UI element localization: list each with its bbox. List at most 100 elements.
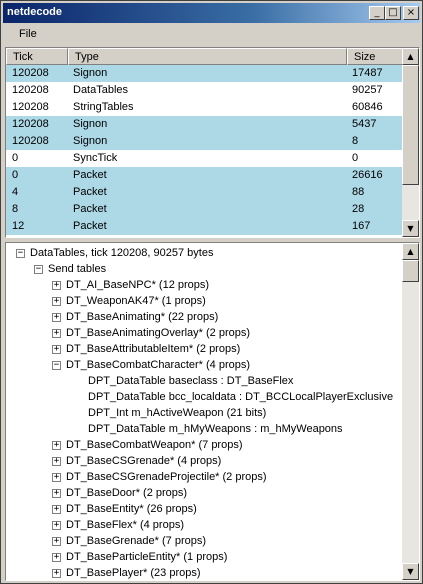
scroll-thumb[interactable] (402, 65, 419, 185)
tree-node-label: DPT_Int m_hActiveWeapon (21 bits) (88, 407, 267, 419)
cell-type: StringTables (73, 101, 134, 113)
collapse-icon[interactable]: − (52, 361, 61, 370)
tree-node[interactable]: + DT_BasePlayer* (23 props) (6, 566, 403, 580)
cell-tick: 120208 (12, 67, 49, 79)
cell-type: Packet (73, 203, 107, 215)
minimize-button[interactable]: _ (369, 6, 385, 20)
tree-node-label: DT_BaseAnimating* (22 props) (66, 311, 219, 323)
cell-tick: 0 (12, 169, 19, 181)
table-row[interactable]: 12 Packet 167 (6, 218, 403, 235)
expand-icon[interactable]: + (52, 457, 61, 466)
column-header-type[interactable]: Type (68, 48, 347, 65)
tree-node[interactable]: − Send tables (6, 262, 403, 278)
tree-node[interactable]: + DT_BaseFlex* (4 props) (6, 518, 403, 534)
tree-node[interactable]: + DT_BaseCombatWeapon* (7 props) (6, 438, 403, 454)
tree-node-label: DT_BaseGrenade* (7 props) (66, 535, 207, 547)
expand-icon[interactable]: + (52, 537, 61, 546)
tree-node-label: DT_BaseDoor* (2 props) (66, 487, 188, 499)
tree-node[interactable]: + DT_BaseGrenade* (7 props) (6, 534, 403, 550)
tree-node[interactable]: − DT_BaseCombatCharacter* (4 props) (6, 358, 403, 374)
expand-icon[interactable]: + (52, 329, 61, 338)
scroll-up-icon[interactable]: ▲ (402, 243, 419, 260)
window-title: netdecode (7, 6, 63, 18)
cell-type: Signon (73, 135, 108, 147)
tree-node[interactable]: DPT_DataTable baseclass : DT_BaseFlex (6, 374, 403, 390)
tree-node[interactable]: + DT_BaseDoor* (2 props) (6, 486, 403, 502)
close-button[interactable]: × (403, 6, 419, 20)
cell-type: Packet (73, 220, 107, 232)
expand-icon[interactable]: + (52, 553, 61, 562)
tree-node-label: DT_AI_BaseNPC* (12 props) (66, 279, 210, 291)
scroll-down-icon[interactable]: ▼ (402, 563, 419, 580)
cell-size: 167 (352, 220, 371, 232)
table-row[interactable]: 120208 DataTables 90257 (6, 82, 403, 99)
list-header: Tick Type Size (6, 48, 403, 65)
table-row[interactable]: 120208 Signon 8 (6, 133, 403, 150)
cell-size: 88 (352, 186, 365, 198)
tree-node[interactable]: + DT_AI_BaseNPC* (12 props) (6, 278, 403, 294)
column-header-size[interactable]: Size (347, 48, 403, 65)
tree-node-label: DT_BaseParticleEntity* (1 props) (66, 551, 228, 563)
menu-file[interactable]: File (19, 28, 37, 40)
table-row[interactable]: 120208 Signon 5437 (6, 116, 403, 133)
cell-size: 28 (352, 203, 365, 215)
table-row[interactable]: 0 Packet 26616 (6, 167, 403, 184)
tree-node[interactable]: + DT_WeaponAK47* (1 props) (6, 294, 403, 310)
menu-bar: File (3, 24, 420, 44)
tree-node-label: Send tables (48, 263, 107, 275)
datatable-tree[interactable]: − DataTables, tick 120208, 90257 bytes − Se… (5, 242, 420, 581)
collapse-icon[interactable]: − (34, 265, 43, 274)
expand-icon[interactable]: + (52, 473, 61, 482)
tree-node-label: DPT_DataTable bcc_localdata : DT_BCCLoca… (88, 391, 394, 403)
expand-icon[interactable]: + (52, 297, 61, 306)
tree-node-label: DataTables, tick 120208, 90257 bytes (30, 247, 214, 259)
scroll-up-icon[interactable]: ▲ (402, 48, 419, 65)
maximize-button[interactable]: □ (385, 6, 401, 20)
table-row[interactable]: 120208 StringTables 60846 (6, 99, 403, 116)
cell-tick: 8 (12, 203, 19, 215)
table-row[interactable]: 0 SyncTick 0 (6, 150, 403, 167)
tree-node[interactable]: + DT_BaseCSGrenade* (4 props) (6, 454, 403, 470)
scroll-thumb[interactable] (402, 260, 419, 282)
cell-type: DataTables (73, 84, 129, 96)
title-bar[interactable]: netdecode _ □ × (3, 3, 420, 23)
tree-node[interactable]: + DT_BaseAttributableItem* (2 props) (6, 342, 403, 358)
tree-node[interactable]: + DT_BaseParticleEntity* (1 props) (6, 550, 403, 566)
expand-icon[interactable]: + (52, 521, 61, 530)
expand-icon[interactable]: + (52, 489, 61, 498)
cell-tick: 120208 (12, 84, 49, 96)
table-row[interactable]: 4 Packet 88 (6, 184, 403, 201)
table-row[interactable]: 120208 Signon 17487 (6, 65, 403, 82)
expand-icon[interactable]: + (52, 345, 61, 354)
tree-scrollbar[interactable]: ▲ ▼ (402, 243, 419, 580)
table-row[interactable]: 8 Packet 28 (6, 201, 403, 218)
scroll-down-icon[interactable]: ▼ (402, 220, 419, 237)
expand-icon[interactable]: + (52, 313, 61, 322)
expand-icon[interactable]: + (52, 569, 61, 578)
expand-icon[interactable]: + (52, 281, 61, 290)
cell-size: 0 (352, 152, 359, 164)
tree-node[interactable]: DPT_DataTable bcc_localdata : DT_BCCLoca… (6, 390, 403, 406)
tree-node[interactable]: + DT_BaseAnimatingOverlay* (2 props) (6, 326, 403, 342)
tree-node[interactable]: + DT_BaseAnimating* (22 props) (6, 310, 403, 326)
tree-node[interactable]: + DT_BaseEntity* (26 props) (6, 502, 403, 518)
cell-size: 60846 (352, 101, 383, 113)
tree-node-label: DT_BaseAnimatingOverlay* (2 props) (66, 327, 251, 339)
tree-node[interactable]: + DT_BaseCSGrenadeProjectile* (2 props) (6, 470, 403, 486)
tree-node[interactable]: DPT_DataTable m_hMyWeapons : m_hMyWeapon… (6, 422, 403, 438)
tree-node-label: DPT_DataTable m_hMyWeapons : m_hMyWeapon… (88, 423, 343, 435)
cell-tick: 12 (12, 220, 25, 232)
tree-node-label: DT_BaseEntity* (26 props) (66, 503, 197, 515)
tree-node-label: DPT_DataTable baseclass : DT_BaseFlex (88, 375, 294, 387)
collapse-icon[interactable]: − (16, 249, 25, 258)
packet-list[interactable]: Tick Type Size 120208 Signon 17487 120208 Da… (5, 47, 420, 238)
tree-node[interactable]: − DataTables, tick 120208, 90257 bytes (6, 246, 403, 262)
cell-size: 26616 (352, 169, 383, 181)
expand-icon[interactable]: + (52, 505, 61, 514)
expand-icon[interactable]: + (52, 441, 61, 450)
tree-node-label: DT_BaseCombatCharacter* (4 props) (66, 359, 251, 371)
tree-node-label: DT_BaseCSGrenadeProjectile* (2 props) (66, 471, 267, 483)
list-scrollbar[interactable]: ▲ ▼ (402, 48, 419, 237)
tree-node[interactable]: DPT_Int m_hActiveWeapon (21 bits) (6, 406, 403, 422)
column-header-tick[interactable]: Tick (6, 48, 68, 65)
